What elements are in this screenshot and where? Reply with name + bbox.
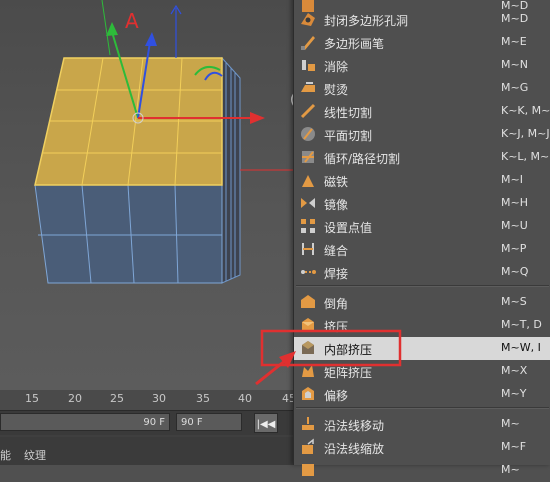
ruler-tick: 20 — [68, 392, 82, 405]
bottom-tabs: 能 纹理 — [0, 437, 300, 465]
viewport-3d[interactable]: A — [0, 0, 300, 390]
tab-partial[interactable]: 能 — [0, 447, 11, 463]
go-to-start-button[interactable]: |◀◀ — [254, 413, 278, 433]
menu-item-set-point[interactable]: 设置点值 M~U — [294, 215, 550, 238]
matrix-extrude-icon — [302, 365, 314, 377]
normal-rotate-icon — [302, 464, 314, 476]
menu-item-polygon-pen[interactable]: 多边形画笔 M~E — [294, 31, 550, 54]
menu-item-extrude-inner[interactable]: 内部挤压 M~W, I — [294, 337, 550, 360]
timeline-controls: 90 F 90 F |◀◀ — [0, 411, 300, 435]
menu-item-normal-move[interactable]: 沿法线移动 M~ — [294, 413, 550, 436]
go-to-start-icon: |◀◀ — [256, 419, 276, 430]
frame-max-field[interactable]: 90 F — [176, 413, 242, 431]
menu-item-knife-line[interactable]: 线性切割K~K, M~K — [294, 100, 550, 123]
axis-x-arrow — [250, 112, 265, 124]
menu-item-plane-cut[interactable]: 平面切割 K~J, M~J — [294, 123, 550, 146]
menu-item-offset[interactable]: 偏移 M~Y — [294, 383, 550, 406]
menu-item-close-hole[interactable]: 封闭多边形孔洞 M~D — [294, 8, 550, 31]
mirror-icon — [301, 198, 315, 208]
cube-scene: A — [34, 0, 300, 284]
axis-y-arrow — [106, 22, 118, 36]
menu-separator — [296, 285, 549, 287]
dissolve-icon — [302, 60, 315, 71]
menu-item-normal-scale[interactable]: 沿法线缩放 M~F — [294, 436, 550, 459]
extrude-inner-icon — [302, 341, 314, 354]
menu-item-weld[interactable]: 焊接 M~Q — [294, 261, 550, 284]
menu-item-extrude[interactable]: 挤压 M~T, D — [294, 314, 550, 337]
ruler-tick: 30 — [152, 392, 166, 405]
loop-cut-icon — [302, 151, 314, 163]
frame-end-field[interactable]: 90 F — [0, 413, 170, 431]
menu-item-matrix-extrude[interactable]: 矩阵挤压 M~X — [294, 360, 550, 383]
menu-item-stitch[interactable]: 缝合 M~P — [294, 238, 550, 261]
weld-icon — [301, 270, 316, 274]
stitch-icon — [302, 243, 314, 255]
menu-item-loop-cut[interactable]: 循环/路径切割 K~L, M~L — [294, 146, 550, 169]
menu-item[interactable]: M~ — [294, 459, 550, 482]
axis-label-a: A — [125, 9, 139, 33]
ruler-tick: 40 — [238, 392, 252, 405]
menu-item-bevel[interactable]: 倒角 M~S — [294, 291, 550, 314]
normal-scale-icon — [302, 438, 314, 454]
close-hole-icon — [301, 13, 315, 26]
axis-z-arrow — [145, 32, 157, 46]
offset-icon — [302, 387, 314, 400]
set-point-icon — [301, 219, 315, 233]
ruler-tick: 35 — [196, 392, 210, 405]
menu-item-dissolve[interactable]: 消除 M~N — [294, 54, 550, 77]
plane-cut-icon — [301, 127, 315, 141]
timeline-ruler[interactable]: 15 20 25 30 35 40 45 — [0, 390, 300, 411]
menu-item-mirror[interactable]: 镜像 M~H — [294, 192, 550, 215]
menu-item-iron[interactable]: 熨烫 M~G — [294, 77, 550, 100]
bevel-icon — [301, 295, 315, 308]
timeline-panel: 15 20 25 30 35 40 45 90 F 90 F |◀◀ 能 纹理 — [0, 390, 300, 465]
iron-icon — [301, 82, 315, 92]
mesh-tools-menu: M~D 封闭多边形孔洞 M~D 多边形画笔 M~E 消除 M~N 熨烫 M~G 线性切割… — [293, 0, 550, 476]
tab-texture[interactable]: 纹理 — [24, 447, 46, 463]
extrude-icon — [302, 318, 314, 331]
menu-separator — [296, 407, 549, 409]
knife-line-icon — [300, 103, 316, 119]
menu-item-magnet[interactable]: 磁铁 M~I — [294, 169, 550, 192]
ruler-tick: 15 — [25, 392, 39, 405]
ruler-tick: 25 — [110, 392, 124, 405]
magnet-icon — [302, 175, 314, 187]
normal-move-icon — [302, 417, 314, 430]
polygon-pen-icon — [301, 36, 315, 50]
